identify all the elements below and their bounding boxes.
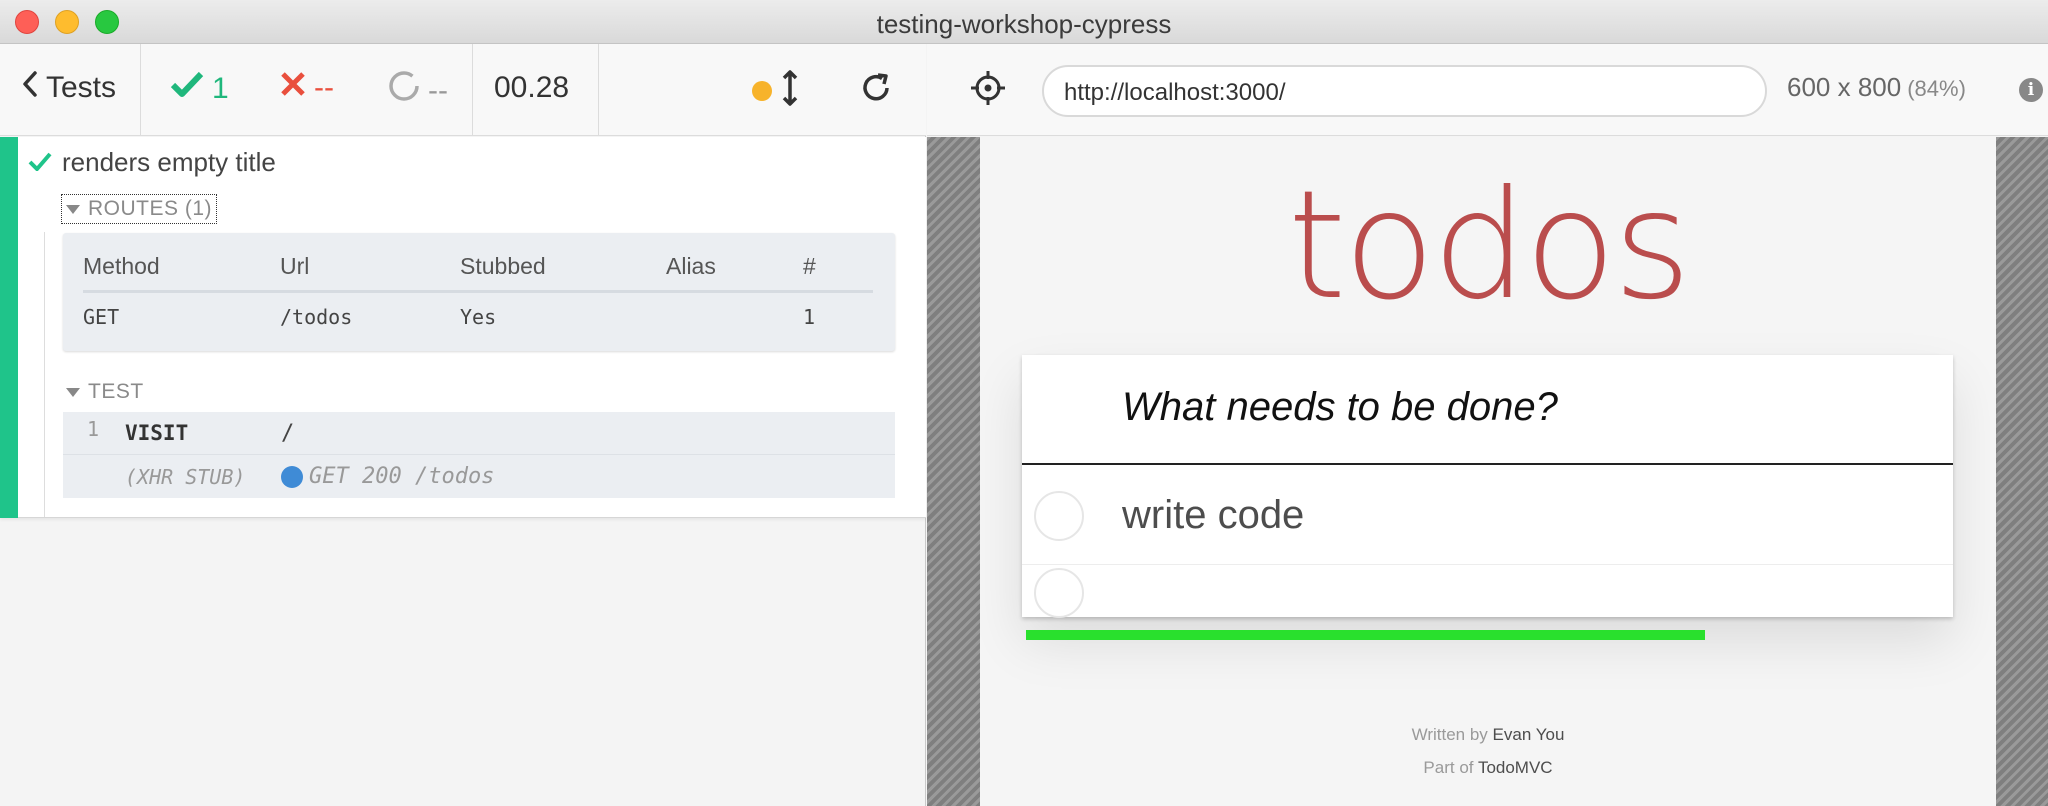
todo-toggle-checkbox[interactable] (1034, 491, 1084, 541)
crosshair-icon (970, 71, 1006, 110)
test-commands-heading: TEST (88, 380, 144, 403)
reporter-panel: Tests 1 -- -- 00.28 renders empty title … (0, 44, 926, 806)
failed-count[interactable]: -- (280, 70, 334, 106)
aut-panel: http://localhost:3000/ 600 x 800 (84%) i … (927, 44, 2048, 806)
routes-table-container: Method Url Stubbed Alias # GET /todos Ye… (63, 233, 895, 351)
command-row-visit[interactable]: 1 VISIT / (63, 412, 895, 455)
table-row[interactable]: GET /todos Yes 1 (83, 292, 873, 338)
test-title[interactable]: renders empty title (28, 147, 276, 178)
route-stubbed: Yes (460, 305, 497, 329)
aut-header: http://localhost:3000/ 600 x 800 (84%) i (927, 44, 2048, 136)
command-row-xhr-stub[interactable]: (XHR STUB) GET 200 /todos (63, 455, 895, 498)
todomvc-link[interactable]: TodoMVC (1478, 758, 1553, 777)
test-title-text: renders empty title (62, 147, 276, 177)
route-method: GET (83, 305, 120, 329)
rerun-tests-button[interactable] (860, 72, 892, 109)
caret-down-icon (66, 204, 80, 214)
route-alias (666, 292, 803, 338)
check-icon (170, 70, 204, 107)
footer-part-of: Part of TodoMVC (980, 758, 1996, 778)
column-header-alias: Alias (666, 247, 803, 293)
loading-progress-bar (1026, 630, 1705, 640)
command-number: 1 (87, 417, 100, 441)
duration: 00.28 (494, 71, 570, 104)
reporter-toolbar: Tests 1 -- -- 00.28 (0, 44, 926, 136)
column-header-stubbed: Stubbed (460, 247, 666, 293)
list-item[interactable] (1022, 566, 1953, 618)
command-message: GET 200 /todos (309, 464, 495, 489)
passed-count-value: 1 (212, 71, 229, 105)
aut-stage: todos What needs to be done? write code … (927, 137, 2048, 806)
command-name: VISIT (125, 421, 189, 445)
window-titlebar: testing-workshop-cypress (0, 0, 2048, 44)
route-count: 1 (803, 305, 816, 329)
routes-heading: ROUTES (1) (88, 197, 213, 220)
viewport-scale: (84%) (1907, 76, 1966, 101)
todo-label: write code (1122, 493, 1305, 537)
toolbar-divider (598, 44, 599, 136)
failed-count-value: -- (314, 71, 334, 104)
info-icon[interactable]: i (2019, 78, 2043, 102)
indent-guide (44, 417, 45, 517)
command-name: (XHR STUB) (125, 464, 246, 489)
chevron-left-icon (22, 70, 38, 106)
command-message-container: GET 200 /todos (281, 464, 494, 489)
route-url: /todos (280, 305, 353, 329)
tests-button-label: Tests (46, 71, 117, 104)
routes-header-row: Method Url Stubbed Alias # (83, 247, 873, 293)
column-header-url: Url (280, 247, 460, 293)
caret-down-icon (66, 387, 80, 397)
x-icon (280, 70, 306, 106)
running-indicator[interactable] (752, 81, 772, 101)
command-log: 1 VISIT / (XHR STUB) GET 200 /todos (63, 412, 895, 498)
column-header-count: # (803, 247, 873, 293)
column-header-method: Method (83, 247, 280, 293)
spinner-icon (388, 70, 420, 111)
url-bar[interactable]: http://localhost:3000/ (1042, 65, 1767, 117)
list-item[interactable]: write code (1022, 465, 1953, 565)
toolbar-divider (472, 44, 473, 136)
arrows-up-down-icon (782, 70, 798, 110)
xhr-status-dot-icon (281, 465, 303, 488)
check-icon (28, 147, 52, 178)
reload-icon (860, 73, 892, 108)
selector-playground-button[interactable] (970, 70, 1006, 111)
pending-count[interactable]: -- (388, 70, 448, 111)
auto-scroll-toggle[interactable] (782, 70, 798, 111)
viewport-size: 600 x 800 (84%) (1787, 72, 1966, 103)
pass-indicator-bar (0, 137, 18, 518)
command-message: / (281, 420, 295, 446)
pending-count-value: -- (428, 73, 448, 107)
footer-written-by: Written by Evan You (980, 725, 1996, 745)
tests-button[interactable]: Tests (22, 70, 116, 106)
footer-part-prefix: Part of (1423, 758, 1474, 777)
footer-written-prefix: Written by (1411, 725, 1488, 744)
passed-count[interactable]: 1 (170, 70, 229, 107)
routes-toggle[interactable]: ROUTES (1) (61, 194, 218, 224)
app-title: todos (1287, 159, 1692, 333)
todo-list-container: What needs to be done? write code (1022, 355, 1953, 618)
todomvc-app: todos What needs to be done? write code … (980, 137, 1996, 806)
routes-table: Method Url Stubbed Alias # GET /todos Ye… (83, 247, 873, 337)
todo-toggle-checkbox[interactable] (1034, 568, 1084, 618)
window-title: testing-workshop-cypress (876, 9, 1172, 39)
test-commands-toggle[interactable]: TEST (66, 380, 144, 404)
author-link[interactable]: Evan You (1493, 725, 1565, 744)
viewport-dimensions: 600 x 800 (1787, 72, 1902, 102)
new-todo-input[interactable]: What needs to be done? (1022, 355, 1953, 465)
toolbar-divider (140, 44, 141, 136)
